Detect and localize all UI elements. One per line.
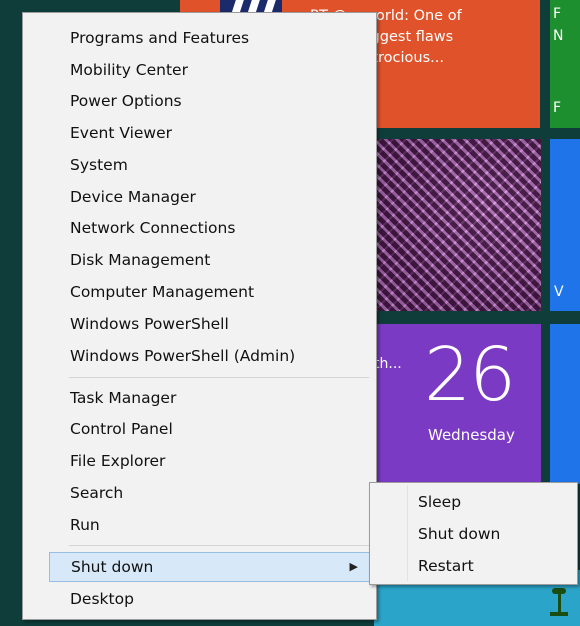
green-tile-letter: F [553,6,562,22]
menu-item-system[interactable]: System [49,150,369,180]
menu-item-task-manager[interactable]: Task Manager [49,383,369,413]
green-tile-letter: F [553,100,562,116]
menu-item-windows-powershell[interactable]: Windows PowerShell [49,309,369,339]
calendar-weekday: Wednesday [428,426,515,444]
submenu-item-sleep[interactable]: Sleep [418,487,461,517]
submenu-item-restart[interactable]: Restart [418,551,474,581]
menu-separator [69,377,369,378]
calendar-tile-text: th... [374,356,402,372]
blue-tile[interactable]: V [550,139,580,311]
menu-item-shut-down[interactable]: Shut down ▶ [49,552,371,582]
submenu-arrow-icon: ▶ [349,560,358,573]
menu-item-disk-management[interactable]: Disk Management [49,245,369,275]
photo-tile[interactable] [374,139,541,311]
menu-item-file-explorer[interactable]: File Explorer [49,446,369,476]
shutdown-submenu: Sleep Shut down Restart [369,482,578,585]
blue-tile-2[interactable] [550,324,580,484]
winx-context-menu: Programs and Features Mobility Center Po… [22,12,377,620]
menu-item-control-panel[interactable]: Control Panel [49,414,369,444]
green-tile-letter: N [553,28,564,44]
green-tile[interactable]: F N F [550,0,580,128]
menu-item-search[interactable]: Search [49,478,369,508]
menu-item-event-viewer[interactable]: Event Viewer [49,118,369,148]
plant-icon [548,588,570,618]
menu-item-computer-management[interactable]: Computer Management [49,277,369,307]
calendar-day: 26 [424,332,516,418]
menu-separator [69,545,369,546]
submenu-item-shut-down[interactable]: Shut down [418,519,500,549]
menu-item-shut-down-label: Shut down [71,558,154,576]
menu-item-run[interactable]: Run [49,510,369,540]
menu-item-device-manager[interactable]: Device Manager [49,182,369,212]
menu-item-network-connections[interactable]: Network Connections [49,213,369,243]
menu-item-mobility-center[interactable]: Mobility Center [49,55,369,85]
menu-item-programs-and-features[interactable]: Programs and Features [49,23,369,53]
menu-item-windows-powershell-admin[interactable]: Windows PowerShell (Admin) [49,341,369,371]
menu-item-power-options[interactable]: Power Options [49,86,369,116]
menu-item-desktop[interactable]: Desktop [49,584,369,614]
blue-tile-letter: V [554,284,564,300]
calendar-tile[interactable]: th... 26 Wednesday [374,324,541,484]
